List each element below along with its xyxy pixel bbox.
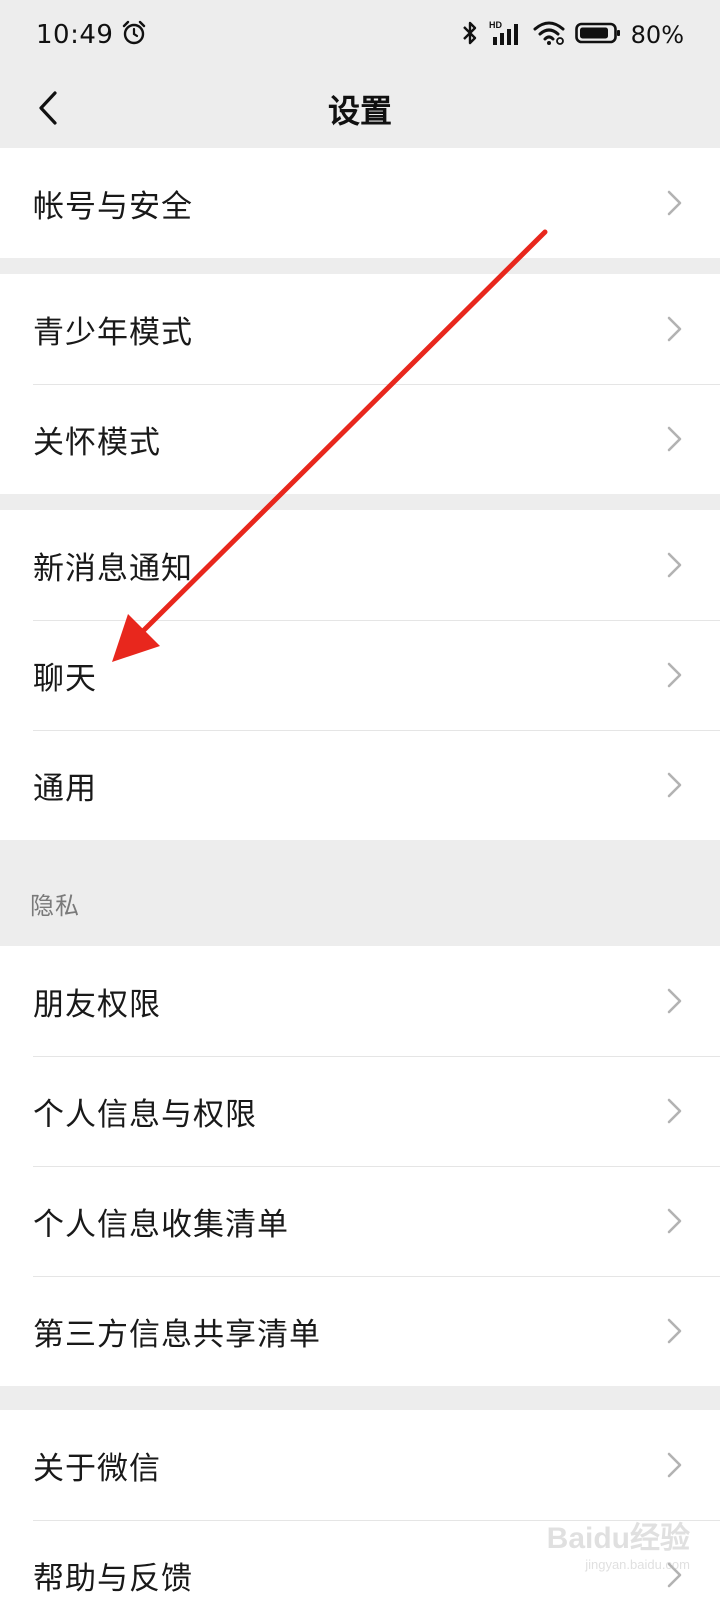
status-right: HD 80% <box>461 19 684 51</box>
list-item-label: 新消息通知 <box>33 550 193 587</box>
list-item-youth-mode[interactable]: 青少年模式 <box>0 274 720 384</box>
list-item-account-security[interactable]: 帐号与安全 <box>0 148 720 258</box>
list-item-label: 通用 <box>33 770 97 807</box>
chevron-right-icon <box>667 662 682 688</box>
list-item-about-wechat[interactable]: 关于微信 <box>0 1410 720 1520</box>
list-item-label: 关怀模式 <box>33 424 161 461</box>
list-item-label: 帮助与反馈 <box>33 1560 193 1597</box>
list-item-label: 关于微信 <box>33 1450 161 1487</box>
settings-group-general: 新消息通知 聊天 通用 <box>0 510 720 840</box>
bluetooth-icon <box>461 19 479 51</box>
list-item-label: 青少年模式 <box>33 314 193 351</box>
watermark-url: jingyan.baidu.com <box>585 1557 690 1572</box>
back-button[interactable] <box>22 82 74 134</box>
status-bar: 10:49 HD 80% <box>0 0 720 70</box>
chevron-right-icon <box>667 988 682 1014</box>
list-item-label: 帐号与安全 <box>33 188 193 225</box>
chevron-right-icon <box>667 190 682 216</box>
battery-icon <box>574 21 621 49</box>
signal-hd-label: HD <box>489 20 502 30</box>
status-left: 10:49 <box>36 20 147 50</box>
chevron-right-icon <box>667 316 682 342</box>
list-item-notifications[interactable]: 新消息通知 <box>0 510 720 620</box>
settings-group-privacy: 朋友权限 个人信息与权限 个人信息收集清单 第三方信息共享清单 <box>0 946 720 1386</box>
list-item-general[interactable]: 通用 <box>0 730 720 840</box>
list-item-info-collection-list[interactable]: 个人信息收集清单 <box>0 1166 720 1276</box>
watermark-logo: Baidu经验 <box>546 1522 690 1555</box>
nav-bar: 设置 <box>0 70 720 148</box>
settings-group-modes: 青少年模式 关怀模式 <box>0 274 720 494</box>
list-item-chat[interactable]: 聊天 <box>0 620 720 730</box>
status-time: 10:49 <box>36 20 114 50</box>
list-item-third-party-sharing-list[interactable]: 第三方信息共享清单 <box>0 1276 720 1386</box>
chevron-right-icon <box>667 772 682 798</box>
section-header-privacy: 隐私 <box>0 860 720 946</box>
chevron-right-icon <box>667 1452 682 1478</box>
watermark: Baidu经验 jingyan.baidu.com <box>547 1513 690 1572</box>
list-item-friend-permissions[interactable]: 朋友权限 <box>0 946 720 1056</box>
chevron-right-icon <box>667 1208 682 1234</box>
section-header-label: 隐私 <box>30 891 80 920</box>
list-item-label: 聊天 <box>33 660 97 697</box>
chevron-right-icon <box>667 1318 682 1344</box>
settings-group-account: 帐号与安全 <box>0 148 720 258</box>
list-item-label: 第三方信息共享清单 <box>33 1316 321 1353</box>
list-item-label: 朋友权限 <box>33 986 161 1023</box>
list-item-label: 个人信息收集清单 <box>33 1206 289 1243</box>
chevron-right-icon <box>667 426 682 452</box>
list-item-personal-info-permissions[interactable]: 个人信息与权限 <box>0 1056 720 1166</box>
signal-icon: HD <box>489 19 523 51</box>
list-item-label: 个人信息与权限 <box>33 1096 257 1133</box>
chevron-left-icon <box>39 91 57 125</box>
chevron-right-icon <box>667 1098 682 1124</box>
chevron-right-icon <box>667 552 682 578</box>
page-title: 设置 <box>327 92 392 130</box>
wifi-icon <box>533 19 565 51</box>
alarm-icon <box>121 20 147 50</box>
battery-percent: 80% <box>630 21 684 49</box>
list-item-care-mode[interactable]: 关怀模式 <box>0 384 720 494</box>
